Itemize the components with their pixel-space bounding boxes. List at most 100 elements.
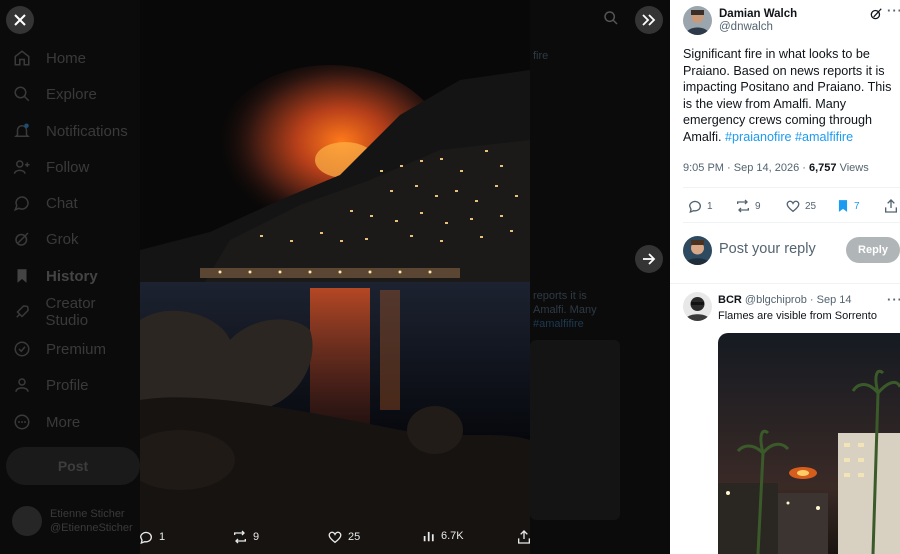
avatar[interactable] <box>683 292 712 321</box>
bookmark-count: 7 <box>854 200 860 212</box>
bell-icon <box>12 121 32 141</box>
tweet-time[interactable]: 9:05 PM · Sep 14, 2026 · <box>683 162 806 174</box>
author-handle[interactable]: @dnwalch <box>719 21 797 33</box>
share-icon <box>885 199 897 213</box>
nav-label: Follow <box>46 158 90 176</box>
background-media <box>530 340 620 520</box>
bookmark-icon <box>838 200 848 212</box>
collapse-panel-button[interactable] <box>635 6 663 34</box>
nav-label: More <box>46 413 81 431</box>
views-label: Views <box>839 162 869 174</box>
reply-button[interactable]: Reply <box>846 237 900 263</box>
search-icon <box>12 84 32 104</box>
bookmark-action[interactable]: 7 <box>836 198 860 214</box>
nav-label: Notifications <box>46 122 128 140</box>
chat-icon <box>12 193 32 213</box>
media-action-bar: 1 9 25 6.7K <box>138 522 532 552</box>
more-options-icon[interactable]: ··· <box>887 3 900 18</box>
nav-home: Home <box>12 43 86 73</box>
account-name: Etienne Sticher <box>50 508 125 520</box>
reply-action[interactable]: 1 <box>138 529 165 545</box>
nav-label: Creator Studio <box>45 295 96 329</box>
double-chevron-right-icon <box>642 14 656 26</box>
nav-label: Chat <box>46 194 78 212</box>
arrow-right-icon <box>643 253 656 265</box>
like-count: 25 <box>348 531 361 543</box>
hashtag-link[interactable]: #praianofire <box>725 130 792 144</box>
nav-grok: Grok <box>12 224 79 254</box>
nav-label: Profile <box>46 376 89 394</box>
like-count: 25 <box>805 200 817 212</box>
heart-icon <box>786 200 800 213</box>
close-icon <box>14 14 26 26</box>
background-text: reports it is <box>533 290 587 302</box>
search-icon <box>604 11 618 25</box>
person-icon <box>12 375 32 395</box>
avatar[interactable] <box>683 6 712 35</box>
more-options-icon[interactable]: ··· <box>887 292 900 307</box>
nav-label: History <box>46 267 98 285</box>
reply-media[interactable] <box>718 333 900 554</box>
divider <box>670 283 900 284</box>
nav-profile: Profile <box>12 370 89 400</box>
nav-creator-studio: Creator Studio <box>12 295 140 329</box>
account-switcher: Etienne Sticher @EtienneSticher <box>12 506 133 536</box>
heart-icon <box>328 531 342 544</box>
reply-count: 1 <box>159 531 166 543</box>
fire-photo <box>140 0 530 554</box>
nav-more: More <box>12 407 80 437</box>
analytics-icon <box>423 531 434 542</box>
reply-input[interactable]: Post your reply <box>719 241 816 257</box>
reply-composer: Post your reply Reply <box>683 236 900 266</box>
nav-follow: Follow <box>12 152 89 182</box>
reply-header: BCR @blgchiprob · Sep 14 <box>718 294 852 306</box>
repost-icon <box>234 530 246 544</box>
reply-author-name[interactable]: BCR <box>718 294 742 306</box>
nav-label: Home <box>46 49 87 67</box>
rocket-icon <box>12 302 32 322</box>
bookmark-icon <box>12 266 32 286</box>
nav-label: Premium <box>46 340 107 358</box>
repost-count: 9 <box>253 531 260 543</box>
background-text: Amalfi. Many <box>533 304 597 316</box>
tweet-author[interactable]: Damian Walch @dnwalch <box>683 6 797 35</box>
close-button[interactable] <box>6 6 34 34</box>
grok-icon[interactable] <box>869 7 883 21</box>
hashtag-link[interactable]: #amalfifire <box>795 130 853 144</box>
views-count: 6,757 <box>808 162 837 174</box>
follow-icon <box>12 157 32 177</box>
author-name[interactable]: Damian Walch <box>719 8 797 20</box>
post-button: Post <box>6 447 140 485</box>
nav-notifications: Notifications <box>12 116 128 146</box>
verified-icon <box>12 339 32 359</box>
reply-action[interactable]: 1 <box>687 198 713 214</box>
more-icon <box>12 412 32 432</box>
background-text: fire <box>533 50 549 62</box>
background-hashtag: #amalfifire <box>533 318 584 330</box>
reply-count: 1 <box>707 200 713 212</box>
like-action[interactable]: 25 <box>785 198 816 214</box>
nav-label: Grok <box>46 230 79 248</box>
like-action[interactable]: 25 <box>327 529 360 545</box>
divider <box>683 222 900 223</box>
reply-author-handle[interactable]: @blgchiprob <box>745 294 807 306</box>
next-media-button[interactable] <box>635 245 663 273</box>
repost-action[interactable]: 9 <box>232 529 259 545</box>
tweet-detail-panel: Damian Walch @dnwalch ··· Significant fi… <box>670 0 900 554</box>
reply-text: Flames are visible from Sorrento <box>718 310 877 322</box>
divider <box>683 187 900 188</box>
views-count: 6.7K <box>441 530 464 542</box>
nav-explore: Explore <box>12 79 97 109</box>
repost-action[interactable]: 9 <box>735 198 761 214</box>
background-sidebar: Home Explore Notifications Follow Chat G… <box>0 0 140 554</box>
avatar[interactable] <box>683 236 712 265</box>
reply-date[interactable]: · Sep 14 <box>810 294 852 306</box>
views-action[interactable]: 6.7K <box>422 529 464 543</box>
reply-icon <box>139 531 152 545</box>
share-action[interactable] <box>883 198 899 214</box>
tweet-meta: 9:05 PM · Sep 14, 2026 · 6,757 Views <box>683 162 869 174</box>
share-action[interactable] <box>516 529 532 545</box>
media-image[interactable] <box>140 0 530 554</box>
tweet-text: Significant fire in what looks to be Pra… <box>683 46 893 146</box>
nav-history: History <box>12 261 98 291</box>
